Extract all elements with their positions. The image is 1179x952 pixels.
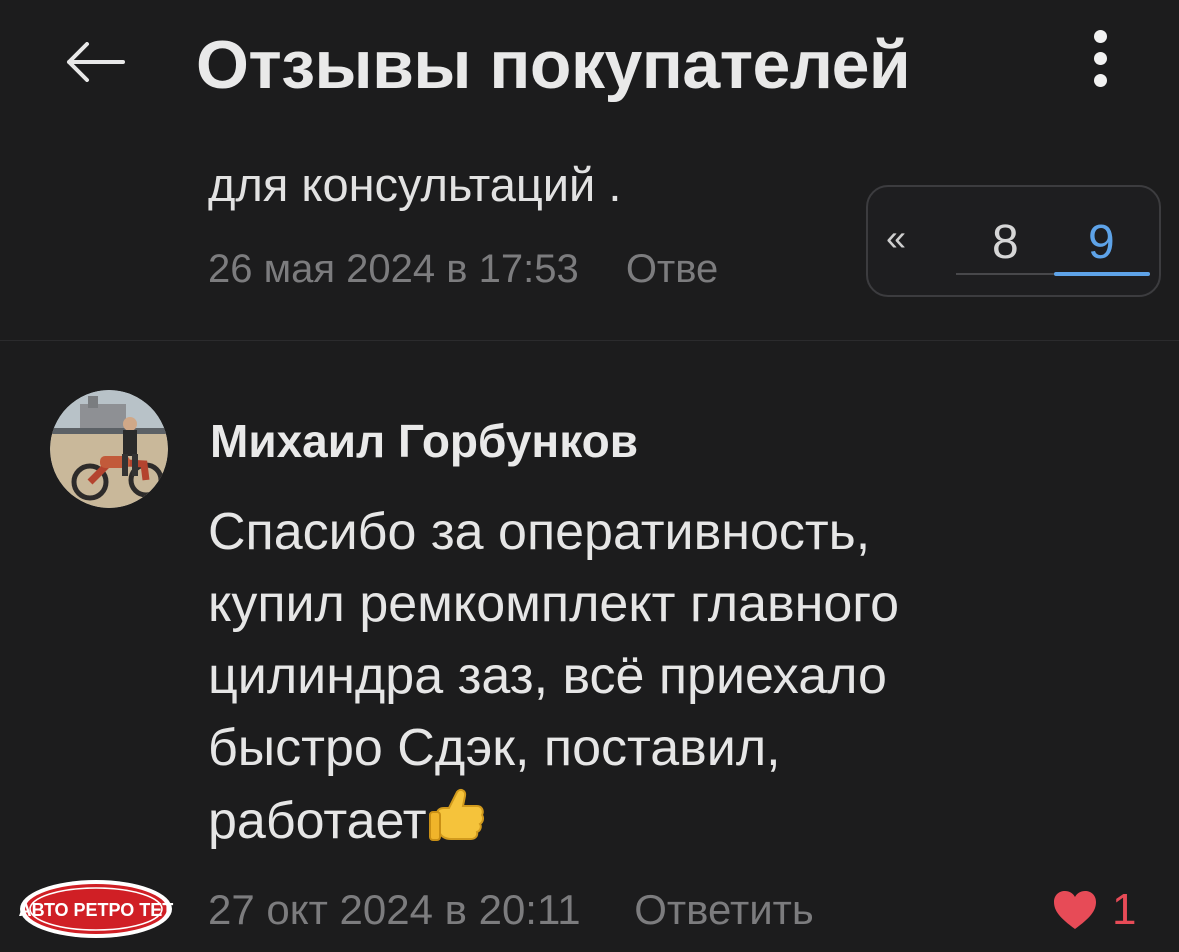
- first-page-button[interactable]: «: [886, 217, 906, 259]
- current-page-indicator: [1054, 272, 1150, 276]
- more-vertical-icon-dot: [1093, 73, 1107, 87]
- back-button[interactable]: [55, 22, 135, 102]
- comment-timestamp: 27 окт 2024 в 20:11: [208, 886, 581, 933]
- arrow-left-icon: [67, 42, 125, 82]
- more-vertical-icon-dot: [1093, 51, 1107, 65]
- more-vertical-icon: [1093, 29, 1107, 43]
- previous-comment-text: для консультаций .: [208, 158, 622, 211]
- more-options-button[interactable]: [1070, 18, 1130, 98]
- avatar-photo: [50, 390, 168, 508]
- like-button[interactable]: 1: [1052, 883, 1136, 937]
- like-count: 1: [1112, 885, 1137, 934]
- comment-line: быстро Сдэк, поставил,: [208, 719, 781, 777]
- heart-icon: [1054, 891, 1096, 929]
- reply-button[interactable]: Ответить: [634, 886, 814, 933]
- comment-line-last: работает: [208, 784, 1138, 857]
- comment-line: купил ремкомплект главного: [208, 575, 900, 633]
- comment-line: Спасибо за оперативность,: [208, 503, 871, 561]
- shop-logo-text: АВТО РЕТРО ТЕТ: [19, 900, 174, 920]
- previous-comment-reply-link[interactable]: Отве: [626, 247, 718, 291]
- comment-author[interactable]: Михаил Горбунков: [210, 412, 638, 470]
- shop-logo-badge[interactable]: АВТО РЕТРО ТЕТ: [18, 878, 174, 940]
- previous-comment-timestamp: 26 мая 2024 в 17:53: [208, 247, 579, 291]
- comment-text: Спасибо за оперативность, купил ремкомпл…: [208, 496, 1138, 857]
- page-9-button[interactable]: 9: [1088, 215, 1115, 271]
- comment-meta: 27 окт 2024 в 20:11 Ответить: [208, 883, 814, 937]
- top-bar: Отзывы покупателей: [0, 0, 1179, 130]
- comment-line: цилиндра заз, всё приехало: [208, 647, 887, 705]
- avatar[interactable]: [50, 390, 168, 508]
- page-switcher: « 8 9: [866, 185, 1161, 297]
- page-title: Отзывы покупателей: [196, 27, 911, 103]
- thumbs-up-icon: [428, 788, 484, 841]
- page-8-button[interactable]: 8: [992, 215, 1019, 271]
- comment-line: работает: [208, 792, 427, 850]
- comment-divider: [0, 340, 1179, 341]
- previous-comment-meta: 26 мая 2024 в 17:53 Отве: [208, 243, 718, 295]
